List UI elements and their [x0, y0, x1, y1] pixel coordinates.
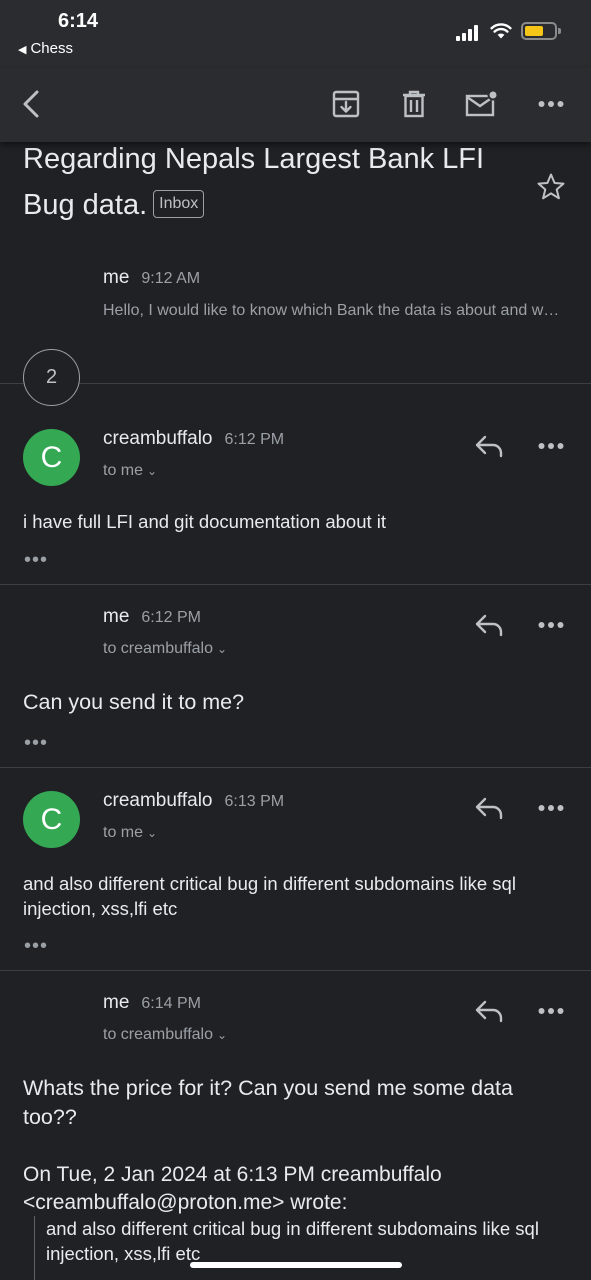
- back-arrow-icon: [23, 90, 39, 118]
- trash-icon: [403, 90, 425, 118]
- message-time: 6:14 PM: [141, 995, 201, 1012]
- divider: [0, 970, 591, 971]
- quoted-message: and also different critical bug in diffe…: [34, 1216, 574, 1280]
- chevron-down-icon: ⌄: [147, 464, 158, 478]
- recipient-text: to me: [103, 462, 144, 479]
- back-to-app-link[interactable]: ◀ Chess: [18, 40, 73, 57]
- message-more-icon[interactable]: [538, 1007, 564, 1015]
- divider: [0, 767, 591, 768]
- recipient-toggle[interactable]: to creambuffalo ⌄: [103, 640, 227, 658]
- back-triangle-icon: ◀: [18, 44, 27, 56]
- wifi-icon: [490, 23, 512, 39]
- recipient-toggle[interactable]: to me ⌄: [103, 824, 157, 842]
- reply-icon[interactable]: [474, 613, 504, 637]
- chevron-down-icon: ⌄: [147, 826, 158, 840]
- reply-icon[interactable]: [474, 999, 504, 1023]
- chevron-down-icon: ⌄: [217, 1028, 228, 1042]
- message-header[interactable]: creambuffalo 6:12 PM: [103, 428, 284, 450]
- mark-unread-icon: [465, 90, 499, 117]
- message-time: 6:12 PM: [224, 431, 285, 448]
- status-time: 6:14: [58, 10, 99, 32]
- cellular-signal-icon: [456, 23, 482, 41]
- show-trimmed-content-button[interactable]: •••: [24, 936, 48, 956]
- message-body: i have full LFI and git documentation ab…: [23, 511, 387, 532]
- message-body: and also different critical bug in diffe…: [23, 873, 516, 919]
- home-indicator[interactable]: [190, 1262, 402, 1268]
- email-subject: Regarding Nepals Largest Bank LFI Bug da…: [23, 136, 493, 228]
- reply-icon[interactable]: [474, 434, 504, 458]
- recipient-text: to me: [103, 824, 144, 841]
- delete-button[interactable]: [396, 86, 432, 122]
- reply-icon[interactable]: [474, 796, 504, 820]
- recipient-text: to creambuffalo: [103, 1026, 213, 1043]
- back-button[interactable]: [14, 86, 50, 122]
- back-app-label: Chess: [30, 40, 73, 57]
- show-trimmed-content-button[interactable]: •••: [24, 550, 48, 570]
- message-time: 6:13 PM: [224, 793, 285, 810]
- more-icon: [538, 101, 564, 107]
- avatar[interactable]: C: [23, 791, 80, 848]
- divider: [0, 383, 591, 384]
- message-more-icon[interactable]: [538, 621, 564, 629]
- collapsed-messages-count[interactable]: 2: [23, 349, 80, 406]
- message-body: Can you send it to me?: [23, 690, 245, 714]
- star-icon[interactable]: [536, 172, 566, 202]
- show-trimmed-content-button[interactable]: •••: [24, 733, 48, 753]
- message-header[interactable]: creambuffalo 6:13 PM: [103, 790, 284, 812]
- message-more-icon[interactable]: [538, 442, 564, 450]
- recipient-text: to creambuffalo: [103, 640, 213, 657]
- chevron-down-icon: ⌄: [217, 642, 228, 656]
- battery-icon: [521, 22, 561, 40]
- sender-name: me: [103, 267, 130, 288]
- message-header[interactable]: me 6:14 PM: [103, 992, 201, 1014]
- mark-unread-button[interactable]: [464, 86, 500, 122]
- avatar[interactable]: C: [23, 429, 80, 486]
- message-body: Whats the price for it? Can you send me …: [23, 1076, 513, 1129]
- recipient-toggle[interactable]: to creambuffalo ⌄: [103, 1026, 227, 1044]
- status-bar: 6:14 ◀ Chess: [0, 0, 591, 68]
- sender-name: creambuffalo: [103, 790, 213, 811]
- sender-name: me: [103, 606, 130, 627]
- sender-name: me: [103, 992, 130, 1013]
- message-snippet: Hello, I would like to know which Bank t…: [103, 302, 563, 319]
- app-toolbar: [0, 68, 591, 142]
- recipient-toggle[interactable]: to me ⌄: [103, 462, 157, 480]
- message-collapsed[interactable]: me 9:12 AM: [103, 267, 200, 289]
- archive-icon: [332, 90, 360, 118]
- inbox-label-chip[interactable]: Inbox: [153, 190, 205, 218]
- quote-header: On Tue, 2 Jan 2024 at 6:13 PM creambuffa…: [23, 1163, 442, 1214]
- message-time: 9:12 AM: [141, 270, 201, 287]
- subject-text: Regarding Nepals Largest Bank LFI Bug da…: [23, 143, 485, 221]
- message-time: 6:12 PM: [141, 609, 201, 626]
- archive-button[interactable]: [328, 86, 364, 122]
- message-header[interactable]: me 6:12 PM: [103, 606, 201, 628]
- more-options-button[interactable]: [533, 86, 569, 122]
- message-more-icon[interactable]: [538, 804, 564, 812]
- divider: [0, 584, 591, 585]
- sender-name: creambuffalo: [103, 428, 213, 449]
- quoted-text: and also different critical bug in diffe…: [46, 1218, 539, 1264]
